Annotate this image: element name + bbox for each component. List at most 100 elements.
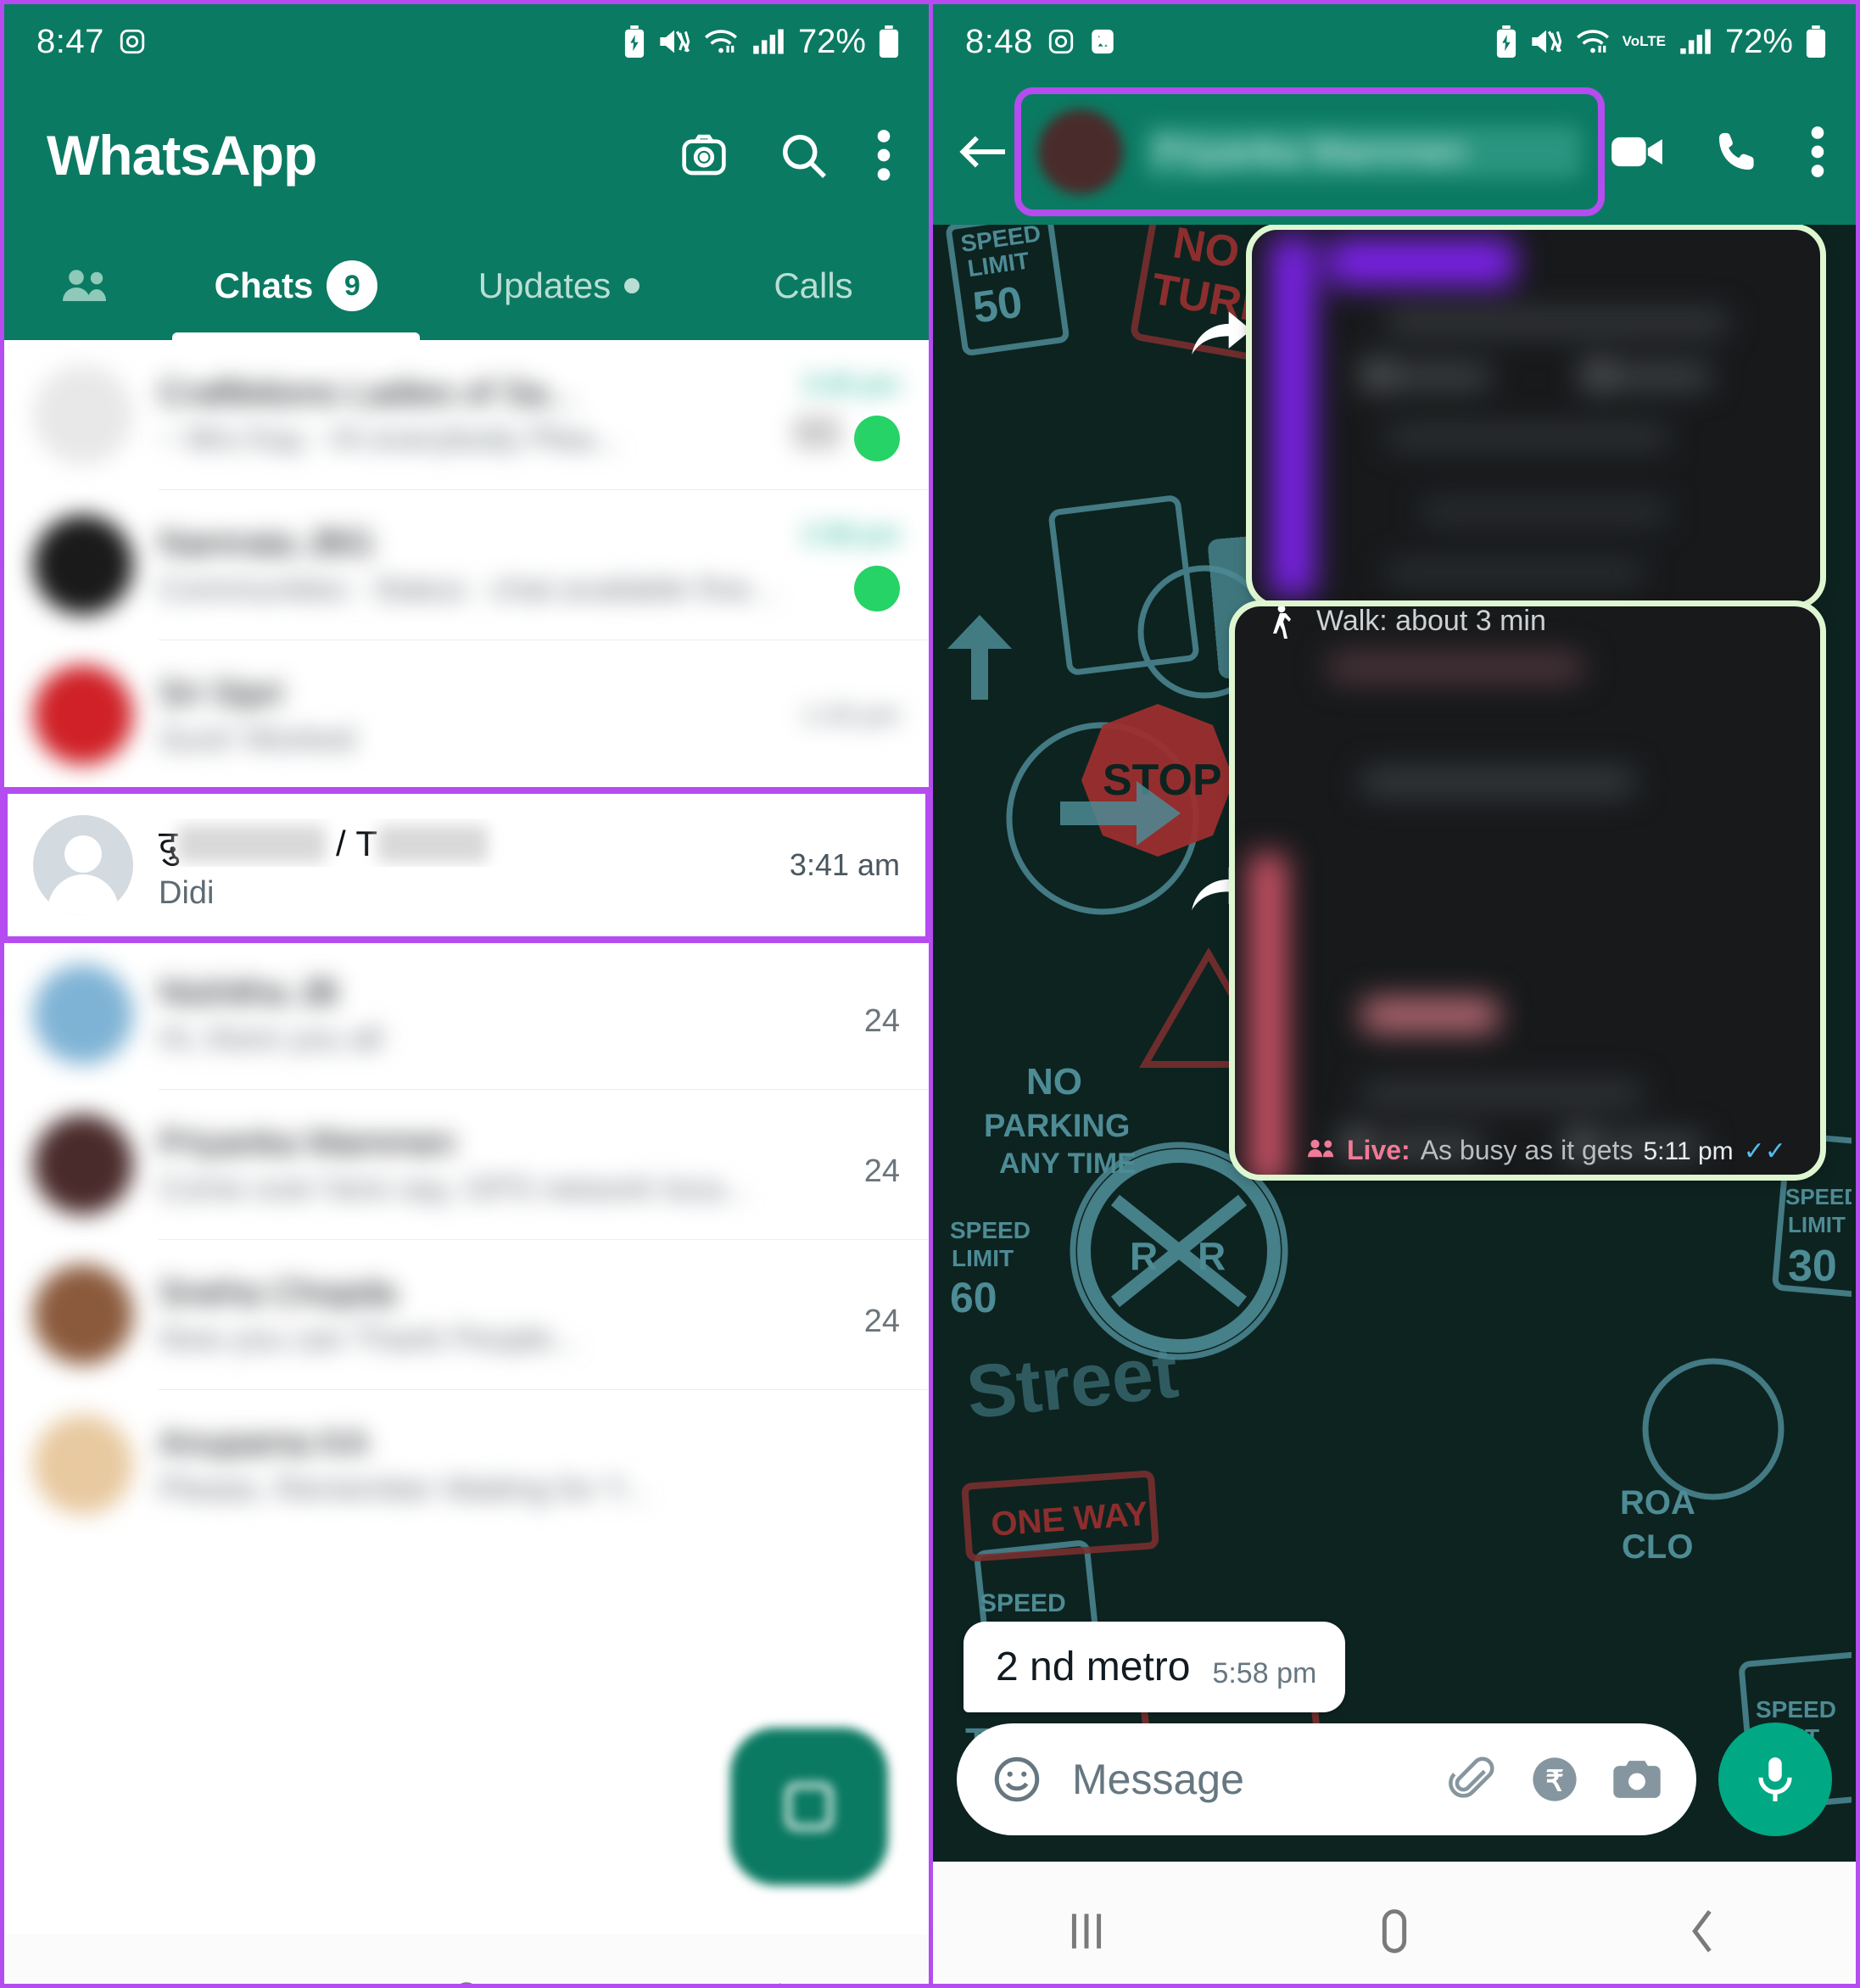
instagram-icon: [118, 27, 147, 56]
forward-arrow-icon: [1187, 310, 1254, 363]
back-icon[interactable]: [745, 1974, 804, 1984]
live-status-text: As busy as it gets: [1420, 1135, 1634, 1165]
home-icon[interactable]: [437, 1974, 496, 1984]
voice-call-icon[interactable]: [1713, 128, 1761, 176]
avatar: [33, 1114, 133, 1215]
list-item-highlighted[interactable]: दु / T Didi 3:41 am: [4, 787, 929, 943]
message-input-pill[interactable]: Message ₹: [957, 1723, 1696, 1835]
svg-text:SPEED: SPEED: [980, 1589, 1066, 1617]
unread-dot: [854, 565, 900, 611]
emoji-icon[interactable]: [991, 1753, 1043, 1806]
left-phone-screen: 8:47 72% WhatsApp Chats 9 Updates Calls …: [0, 0, 933, 1988]
unread-count: 24: [863, 1002, 900, 1039]
mute-vibrate-icon: [657, 27, 691, 56]
forwarded-map-card-2[interactable]: Walk: about 3 min Live: As busy as it ge…: [1229, 600, 1826, 1181]
list-item[interactable]: Anupama KA Please, Remember Waiting for …: [4, 1390, 929, 1539]
composer: Message ₹: [957, 1723, 1832, 1836]
live-status-row: Live: As busy as it gets 5:11 pm ✓✓: [1308, 1135, 1786, 1166]
svg-text:LIMIT: LIMIT: [952, 1245, 1014, 1271]
chat-preview: Hi, there you all: [159, 1020, 383, 1057]
status-time: 8:48: [965, 22, 1033, 60]
list-item[interactable]: Namrata JBG Communities : Status : chat …: [4, 490, 929, 639]
updates-dot-indicator: [624, 278, 640, 293]
attach-icon[interactable]: [1449, 1755, 1498, 1804]
svg-text:R: R: [1198, 1234, 1226, 1278]
battery-icon: [1805, 25, 1827, 58]
message-time: 5:11 pm: [1643, 1137, 1734, 1165]
conversation-body[interactable]: WRONG WAY SPEED LIMIT 50 SPEED LIMIT 60 …: [933, 225, 1856, 1862]
avatar: [33, 1415, 133, 1515]
camera-icon[interactable]: [1611, 1756, 1662, 1802]
overflow-menu-icon[interactable]: [876, 129, 891, 181]
chat-name: Nishitha JB: [159, 971, 339, 1012]
svg-text:60: 60: [950, 1274, 997, 1321]
svg-text:SPEED: SPEED: [1756, 1696, 1836, 1723]
battery-saver-icon: [623, 25, 645, 58]
chat-list[interactable]: Craftbitions Ladies of Sa... ~ Mrs Kay :…: [4, 340, 929, 1935]
svg-text:NO: NO: [1026, 1061, 1082, 1103]
tab-communities[interactable]: [16, 232, 160, 340]
communities-icon: [61, 265, 115, 306]
list-item[interactable]: Nishitha JB Hi, there you all 24: [4, 940, 929, 1089]
back-arrow-icon[interactable]: [957, 130, 1009, 174]
recents-icon[interactable]: [1057, 1901, 1116, 1961]
new-chat-fab[interactable]: [730, 1728, 888, 1885]
payments-rupee-icon[interactable]: ₹: [1530, 1755, 1579, 1804]
chat-preview: Sure! Worked: [159, 721, 355, 757]
chats-unread-badge: 9: [327, 260, 378, 311]
message-bubble[interactable]: 2 nd metro 5:58 pm: [964, 1622, 1346, 1712]
battery-saver-icon: [1495, 25, 1517, 58]
chat-name: दु / T: [159, 818, 764, 867]
chat-meta-blurred: [793, 415, 841, 450]
unread-count: 24: [863, 1303, 900, 1339]
chat-preview: Now you can Thank People...: [159, 1321, 579, 1357]
whatsapp-app-bar: WhatsApp: [4, 79, 929, 232]
live-keyword: Live:: [1347, 1135, 1410, 1165]
search-icon[interactable]: [778, 130, 829, 181]
chat-name: Namrata JBG: [159, 522, 375, 562]
list-item[interactable]: Sneha Chopda Now you can Thank People...…: [4, 1240, 929, 1389]
list-item[interactable]: Priyanka Mammen Come over here say, GPS …: [4, 1090, 929, 1239]
camera-icon[interactable]: [678, 131, 730, 179]
avatar: [33, 964, 133, 1064]
chat-preview: Come over here say, GPS network loca...: [159, 1170, 750, 1207]
svg-text:50: 50: [970, 277, 1025, 332]
svg-text:ROA: ROA: [1620, 1484, 1695, 1522]
two-phone-screenshot: 8:47 72% WhatsApp Chats 9 Updates Calls …: [0, 0, 1860, 1988]
conversation-app-bar: Priyanka Mammen: [933, 79, 1856, 225]
home-icon[interactable]: [1365, 1901, 1424, 1961]
list-item[interactable]: Sri Sipri Sure! Worked 1:43 pm: [4, 640, 929, 790]
unread-dot: [854, 415, 900, 461]
card-2-accent-bar: [1250, 854, 1286, 1175]
overflow-menu-icon[interactable]: [1810, 126, 1825, 178]
left-status-bar: 8:47 72%: [4, 4, 929, 79]
back-icon[interactable]: [1673, 1901, 1732, 1961]
chat-preview: Please, Remember Waiting for Y...: [159, 1471, 649, 1507]
avatar[interactable]: [1038, 109, 1123, 194]
peer-name[interactable]: Priyanka Mammen: [1145, 126, 1581, 178]
tab-chats-label: Chats: [214, 265, 314, 305]
chat-name: Anupama KA: [159, 1421, 369, 1462]
svg-text:SPEED: SPEED: [1785, 1184, 1852, 1209]
unread-count: 24: [863, 1153, 900, 1189]
svg-text:STOP: STOP: [1103, 756, 1222, 805]
new-chat-icon: [778, 1775, 841, 1838]
right-status-bar: 8:48 VoLTE 72%: [933, 4, 1856, 79]
wifi-icon: [703, 27, 739, 56]
card-1-accent-chip: [1328, 238, 1515, 286]
video-call-icon[interactable]: [1610, 131, 1664, 172]
status-time: 8:47: [36, 22, 104, 60]
tab-updates[interactable]: Updates: [432, 232, 686, 340]
svg-text:CLO: CLO: [1622, 1528, 1693, 1566]
recents-icon[interactable]: [129, 1974, 188, 1984]
forwarded-map-card-1[interactable]: [1246, 225, 1826, 609]
chat-time: 3:40 pm: [802, 368, 900, 399]
tab-chats[interactable]: Chats 9: [160, 232, 432, 340]
peer-header-highlighted[interactable]: Priyanka Mammen: [1014, 87, 1605, 216]
chat-name-prefix: दु: [159, 824, 178, 863]
list-item[interactable]: Craftbitions Ladies of Sa... ~ Mrs Kay :…: [4, 340, 929, 489]
message-input[interactable]: Message: [1072, 1755, 1420, 1804]
tab-calls[interactable]: Calls: [686, 232, 929, 340]
battery-icon: [878, 25, 900, 58]
mic-button[interactable]: [1718, 1723, 1832, 1836]
